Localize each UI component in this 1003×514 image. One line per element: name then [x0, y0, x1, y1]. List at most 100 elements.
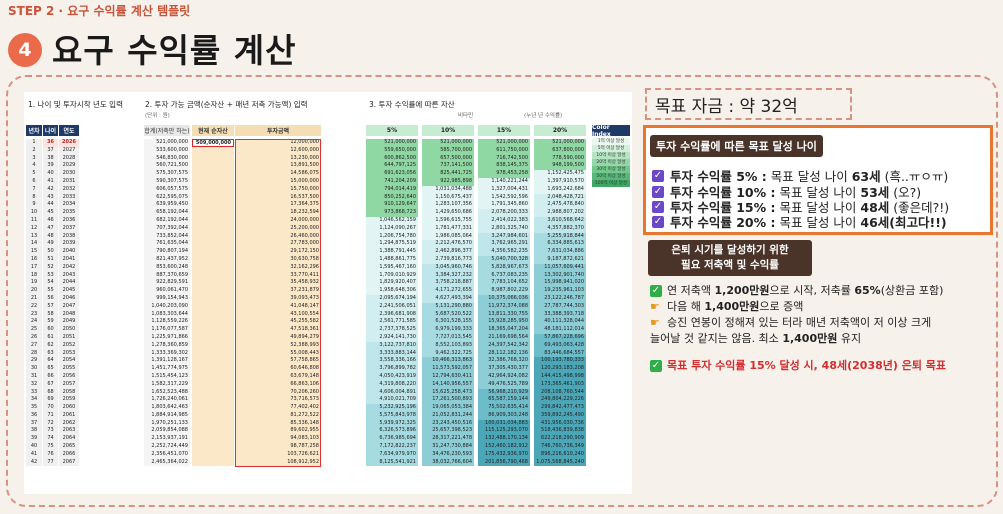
table-cell: 2062	[59, 419, 79, 428]
table-cell: 2059	[59, 396, 79, 405]
table-row: 8 43 2033 622,595,075 16,537,500 850,252,640 1…	[24, 193, 632, 202]
table-cell: 41	[43, 177, 58, 186]
table-cell: 15,625,258,473	[422, 388, 474, 397]
table-row: 16 51 2041 821,437,952 30,630,758 1,488,861,7…	[24, 255, 632, 264]
table-cell: 34	[26, 396, 42, 405]
table-cell: 2035	[59, 209, 79, 217]
table-cell-asset	[192, 372, 234, 381]
table-cell-asset	[192, 193, 234, 202]
table-cell: 896,216,610,240	[534, 450, 586, 459]
table-cell: 3,247,984,601	[478, 232, 530, 241]
table-cell: 62	[43, 341, 58, 350]
checkbox-icon: ✓	[652, 169, 664, 182]
table-cell: 41	[26, 450, 42, 459]
table-cell: 175,432,936,970	[478, 450, 530, 459]
table-cell: 1,278,360,859	[144, 341, 190, 350]
table-cell: 978,453,258	[478, 170, 530, 178]
table-row: 36 71 2061 1,884,914,985 81,272,522 5,575,843…	[24, 411, 632, 420]
section-number-badge: 4	[8, 33, 42, 67]
col-header-year: 연도	[59, 125, 79, 136]
table-cell: 36	[43, 139, 58, 147]
table-cell: 682,192,044	[144, 216, 190, 225]
table-cell: 6,737,083,235	[478, 271, 530, 280]
table-cell: 778,590,000	[534, 154, 586, 163]
table-cell: 18	[26, 271, 42, 280]
table-cell: 637,800,000	[534, 146, 586, 155]
table-cell: 691,623,056	[366, 170, 418, 178]
col-header-year-no: 년차	[26, 125, 42, 136]
table-cell: 575,307,575	[144, 170, 190, 178]
table-cell: 15	[26, 248, 42, 256]
table-cell: 2	[26, 146, 42, 155]
table-cell: 2057	[59, 380, 79, 389]
table-row: 17 52 2042 853,600,248 32,162,296 1,595,467,1…	[24, 263, 632, 272]
table-cell: 1,083,303,644	[144, 310, 190, 319]
required-savings-title-line2: 필요 저축액 및 수익률	[681, 259, 779, 271]
data-table: 1 36 2026 521,000,000 12,000,000 521,000,000 5…	[24, 139, 632, 467]
table-cell: 83,446,684,557	[534, 349, 586, 358]
table-cell: 201,856,790,468	[478, 458, 530, 467]
table-cell-asset	[192, 326, 234, 334]
table-cell: 38,032,766,604	[422, 458, 474, 467]
table-cell: 518,436,839,838	[534, 427, 586, 436]
table-cell: 2063	[59, 427, 79, 436]
table-cell: 2,414,022,383	[478, 216, 530, 225]
table-cell: 2027	[59, 146, 79, 155]
table-row: 23 58 2048 1,083,303,644 43,100,554 2,396,681…	[24, 310, 632, 319]
table-cell: 56,968,210,929	[478, 388, 530, 397]
table-cell: 1,958,648,306	[366, 287, 418, 295]
table-cell: 2032	[59, 185, 79, 194]
table-cell: 1,693,242,684	[534, 185, 586, 194]
table-cell: 5,255,918,844	[534, 232, 586, 241]
table-cell: 2041	[59, 255, 79, 264]
table-row: 15 50 2040 790,807,194 29,172,150 1,388,791,4…	[24, 248, 632, 256]
table-cell: 299,842,477,473	[534, 404, 586, 412]
table-cell: 40	[26, 443, 42, 451]
table-row: 19 54 2044 922,829,591 35,458,932 1,829,920,4…	[24, 279, 632, 288]
table-cell-asset	[192, 294, 234, 303]
table-cell: 15,928,285,950	[478, 318, 530, 327]
table-cell: 74	[43, 435, 58, 444]
table-cell: 132,488,170,134	[478, 435, 530, 444]
table-cell: 733,852,044	[144, 232, 190, 241]
table-cell: 838,145,375	[478, 162, 530, 171]
table-cell: 20	[26, 287, 42, 295]
table-cell-asset	[192, 404, 234, 412]
table-cell: 4	[26, 162, 42, 171]
table-cell: 10,375,066,036	[478, 294, 530, 303]
table-cell: 5,232,925,196	[366, 404, 418, 412]
table-cell: 8	[26, 193, 42, 202]
table-cell: 1,206,754,780	[366, 232, 418, 241]
table-cell-asset	[192, 263, 234, 272]
table-cell-asset	[192, 302, 234, 311]
table-row: 21 56 2046 999,154,943 39,093,473 2,095,674,1…	[24, 294, 632, 303]
table-cell: 4,319,808,220	[366, 380, 418, 389]
table-cell: 11	[26, 216, 42, 225]
table-cell: 4,356,582,235	[478, 248, 530, 256]
table-cell: 8,552,103,893	[422, 341, 474, 350]
table-row: 37 72 2062 1,970,251,133 85,336,148 5,939,972…	[24, 419, 632, 428]
table-cell: 73	[43, 427, 58, 436]
table-cell: 910,129,647	[366, 201, 418, 210]
table-cell: 18,365,047,204	[478, 326, 530, 334]
table-cell: 6,301,528,155	[422, 318, 474, 327]
table-cell: 590,307,575	[144, 177, 190, 186]
table-row: 35 70 2060 1,803,642,463 77,402,402 5,232,925…	[24, 404, 632, 412]
table-cell: 639,959,450	[144, 201, 190, 210]
table-cell: 115,125,293,070	[478, 427, 530, 436]
note-line-2: ☛ 다음 해 1,400만원으로 증액	[650, 300, 804, 313]
table-cell: 10,466,313,863	[422, 357, 474, 366]
table-cell: 2044	[59, 279, 79, 288]
table-cell: 359,892,245,490	[534, 411, 586, 420]
table-cell: 60	[43, 326, 58, 334]
table-cell-asset	[192, 177, 234, 186]
table-cell: 1,970,251,133	[144, 419, 190, 428]
table-cell-asset	[192, 443, 234, 451]
table-cell: 37	[43, 146, 58, 155]
table-cell: 2037	[59, 224, 79, 233]
table-row: 6 41 2031 590,307,575 15,000,000 741,204,209 9…	[24, 177, 632, 186]
table-cell: 11,573,592,057	[422, 365, 474, 373]
table-cell-asset	[192, 458, 234, 467]
table-cell: 2043	[59, 271, 79, 280]
table-cell: 19	[26, 279, 42, 288]
